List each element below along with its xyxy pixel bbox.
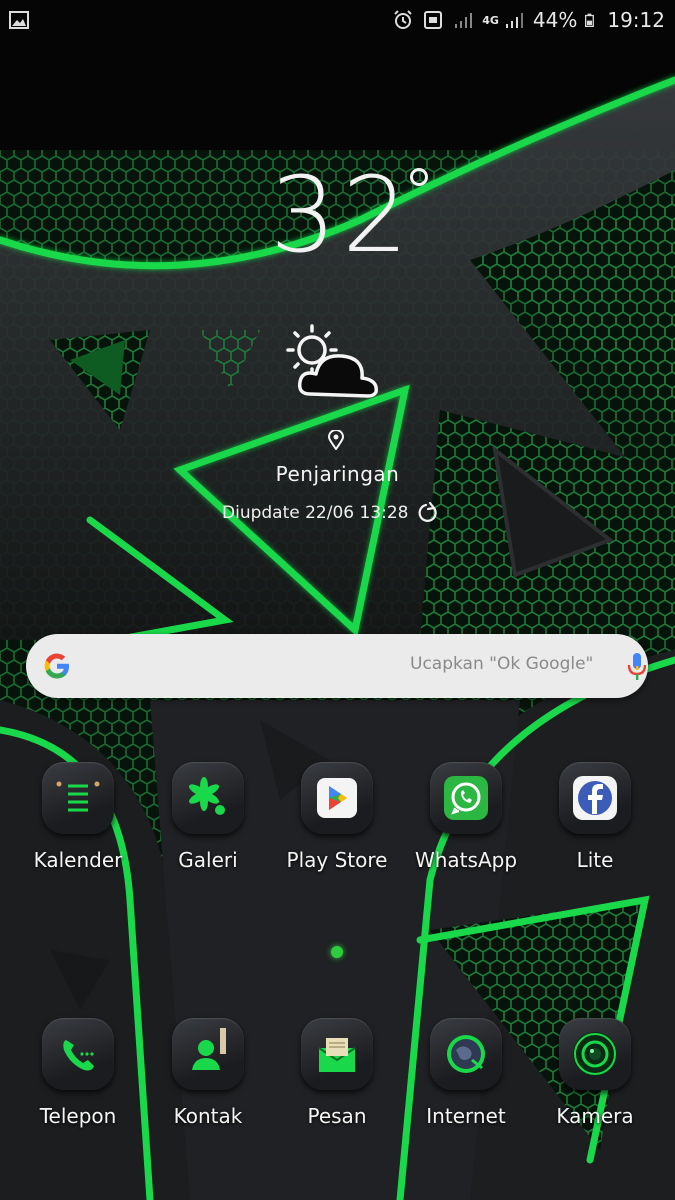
hd-volte-icon (424, 11, 443, 29)
dock-pesan[interactable]: Pesan (272, 1018, 402, 1128)
phone-icon[interactable] (42, 1018, 114, 1090)
refresh-icon[interactable] (417, 502, 439, 524)
app-label: WhatsApp (414, 848, 518, 872)
dock-kontak[interactable]: Kontak (143, 1018, 273, 1128)
network-type: 4G (482, 13, 499, 27)
camera-icon[interactable] (559, 1018, 631, 1090)
temperature-block: 32 (270, 150, 428, 280)
app-label: Galeri (178, 848, 238, 872)
app-kalender[interactable]: Kalender (13, 762, 143, 872)
status-bar: 4G 44% 19:12 (0, 0, 675, 40)
degree-icon (410, 168, 428, 186)
app-label: Lite (576, 848, 614, 872)
signal-icon-2 (505, 13, 523, 28)
search-hint: Ucapkan "Ok Google" (410, 654, 594, 674)
gallery-icon[interactable] (172, 762, 244, 834)
app-whatsapp[interactable]: WhatsApp (401, 762, 531, 872)
play-store-icon[interactable] (301, 762, 373, 834)
app-label: Play Store (286, 848, 388, 872)
app-label: Internet (426, 1104, 506, 1128)
weather-updated: Diupdate 22/06 13:28 (222, 502, 439, 524)
weather-location: Penjaringan (275, 462, 400, 486)
signal-icon (455, 13, 473, 28)
dock-telepon[interactable]: Telepon (13, 1018, 143, 1128)
dock-kamera[interactable]: Kamera (530, 1018, 660, 1128)
battery-icon (585, 13, 595, 27)
facebook-lite-icon[interactable] (559, 762, 631, 834)
app-play-store[interactable]: Play Store (272, 762, 402, 872)
app-label: Kamera (556, 1104, 634, 1128)
alarm-icon (394, 10, 412, 29)
calendar-icon[interactable] (42, 762, 114, 834)
contacts-icon[interactable] (172, 1018, 244, 1090)
dock-internet[interactable]: Internet (401, 1018, 531, 1128)
app-label: Pesan (307, 1104, 367, 1128)
app-facebook-lite[interactable]: Lite (530, 762, 660, 872)
partly-sunny-icon (286, 324, 378, 398)
clock: 19:12 (607, 8, 665, 32)
gallery-notification-icon (9, 11, 29, 29)
internet-icon[interactable] (430, 1018, 502, 1090)
google-search-bar[interactable]: Ucapkan "Ok Google" (26, 634, 648, 698)
temperature: 32 (270, 154, 415, 276)
app-galeri[interactable]: Galeri (143, 762, 273, 872)
app-label: Kalender (33, 848, 123, 872)
google-logo-icon[interactable] (40, 649, 74, 683)
battery-percent: 44% (532, 8, 578, 32)
mic-icon[interactable] (626, 652, 648, 682)
location-pin-icon (328, 430, 344, 450)
page-indicator-dot[interactable] (331, 946, 343, 958)
messages-icon[interactable] (301, 1018, 373, 1090)
weather-updated-text: Diupdate 22/06 13:28 (222, 503, 409, 523)
app-label: Telepon (39, 1104, 117, 1128)
whatsapp-icon[interactable] (430, 762, 502, 834)
app-label: Kontak (173, 1104, 243, 1128)
